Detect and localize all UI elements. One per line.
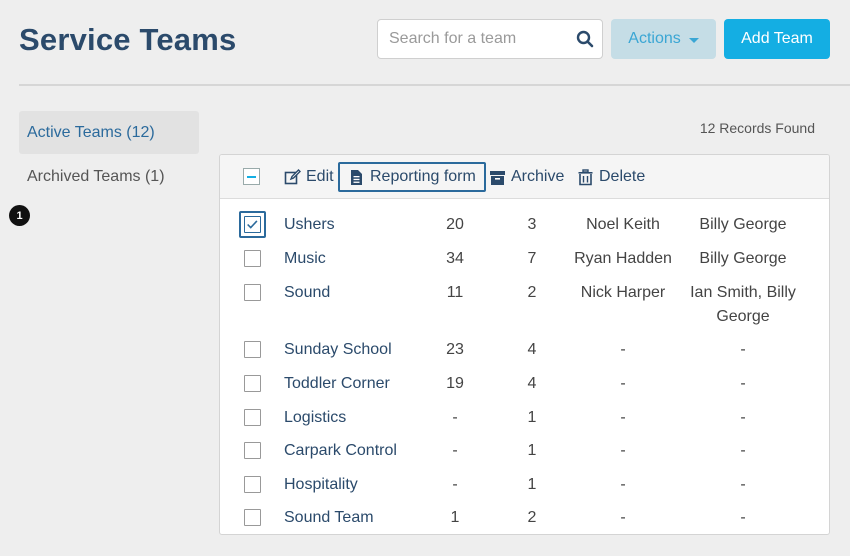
- team-col1: 34: [446, 250, 464, 267]
- team-col2: 2: [527, 284, 537, 301]
- row-checkbox[interactable]: [244, 476, 261, 493]
- actions-button[interactable]: Actions: [611, 19, 716, 59]
- row-checkbox[interactable]: [244, 509, 261, 526]
- team-col1: -: [452, 409, 458, 426]
- team-col2: 4: [527, 375, 537, 392]
- team-col2: 4: [527, 341, 537, 358]
- team-col3: -: [620, 409, 626, 426]
- row-checkbox[interactable]: [244, 375, 261, 392]
- edit-button[interactable]: Edit: [280, 162, 338, 192]
- team-col4: -: [740, 409, 746, 426]
- team-name[interactable]: Hospitality: [284, 473, 358, 497]
- team-col3: Nick Harper: [580, 284, 666, 301]
- team-col2: 1: [527, 409, 537, 426]
- team-col1: -: [452, 476, 458, 493]
- team-col2: 7: [527, 250, 537, 267]
- page-title: Service Teams: [19, 22, 237, 57]
- team-col2: 3: [527, 216, 537, 233]
- team-col3: -: [620, 476, 626, 493]
- team-col1: 11: [446, 284, 464, 301]
- delete-label: Delete: [599, 168, 646, 185]
- check-icon: [247, 220, 258, 229]
- team-col3: Ryan Hadden: [574, 250, 672, 267]
- team-col1: 20: [446, 216, 464, 233]
- archive-button[interactable]: Archive: [485, 162, 568, 192]
- team-col1: 19: [446, 375, 464, 392]
- sidebar-item-active-teams[interactable]: Active Teams (12): [19, 111, 199, 154]
- row-checkbox[interactable]: [244, 216, 261, 233]
- row-checkbox[interactable]: [244, 341, 261, 358]
- team-col2: 2: [527, 509, 537, 526]
- records-count: 12 Records Found: [699, 120, 815, 136]
- search-input[interactable]: [378, 20, 568, 58]
- reporting-form-label: Reporting form: [370, 168, 476, 185]
- team-col3: -: [620, 509, 626, 526]
- team-col4: Billy George: [699, 216, 787, 233]
- caret-down-icon: [688, 37, 699, 43]
- team-col3: -: [620, 341, 626, 358]
- document-icon: [351, 169, 362, 185]
- row-checkbox[interactable]: [244, 250, 261, 267]
- row-checkbox[interactable]: [244, 284, 261, 301]
- team-name[interactable]: Sunday School: [284, 338, 392, 362]
- team-col4: -: [740, 375, 746, 392]
- teams-panel: Edit Reporting form Archive Delete Usher…: [219, 154, 830, 535]
- team-name[interactable]: Music: [284, 247, 326, 271]
- team-name[interactable]: Carpark Control: [284, 439, 397, 463]
- edit-icon: [284, 168, 301, 184]
- add-team-button[interactable]: Add Team: [724, 19, 830, 59]
- notification-badge: 1: [9, 205, 30, 226]
- header-divider: [19, 84, 850, 86]
- team-name[interactable]: Toddler Corner: [284, 372, 390, 396]
- team-col1: -: [452, 442, 458, 459]
- team-col3: -: [620, 375, 626, 392]
- team-name[interactable]: Sound Team: [284, 506, 374, 530]
- delete-button[interactable]: Delete: [573, 162, 649, 192]
- sidebar-item-archived-teams[interactable]: Archived Teams (1): [19, 155, 199, 198]
- search-box[interactable]: [377, 19, 603, 59]
- archive-icon: [490, 170, 505, 185]
- team-col4: -: [740, 442, 746, 459]
- search-icon[interactable]: [576, 30, 594, 48]
- edit-label: Edit: [306, 168, 334, 185]
- team-name[interactable]: Sound: [284, 281, 330, 305]
- team-col4: -: [740, 476, 746, 493]
- team-col4: Billy George: [699, 250, 787, 267]
- row-checkbox[interactable]: [244, 442, 261, 459]
- team-col1: 23: [446, 341, 464, 358]
- team-col3: -: [620, 442, 626, 459]
- team-col2: 1: [527, 476, 537, 493]
- row-checkbox[interactable]: [244, 409, 261, 426]
- team-name[interactable]: Logistics: [284, 406, 346, 430]
- trash-icon: [578, 168, 593, 185]
- team-name[interactable]: Ushers: [284, 213, 335, 237]
- bulk-toolbar: Edit Reporting form Archive Delete: [220, 155, 829, 199]
- team-col4: -: [740, 509, 746, 526]
- actions-label: Actions: [628, 30, 681, 47]
- archive-label: Archive: [511, 168, 565, 185]
- team-col4: -: [740, 341, 746, 358]
- reporting-form-button[interactable]: Reporting form: [338, 162, 486, 192]
- team-col2: 1: [527, 442, 537, 459]
- team-col4: Ian Smith, Billy George: [690, 284, 796, 325]
- team-col3: Noel Keith: [586, 216, 660, 233]
- team-col1: 1: [450, 509, 460, 526]
- select-all-checkbox[interactable]: [243, 168, 260, 185]
